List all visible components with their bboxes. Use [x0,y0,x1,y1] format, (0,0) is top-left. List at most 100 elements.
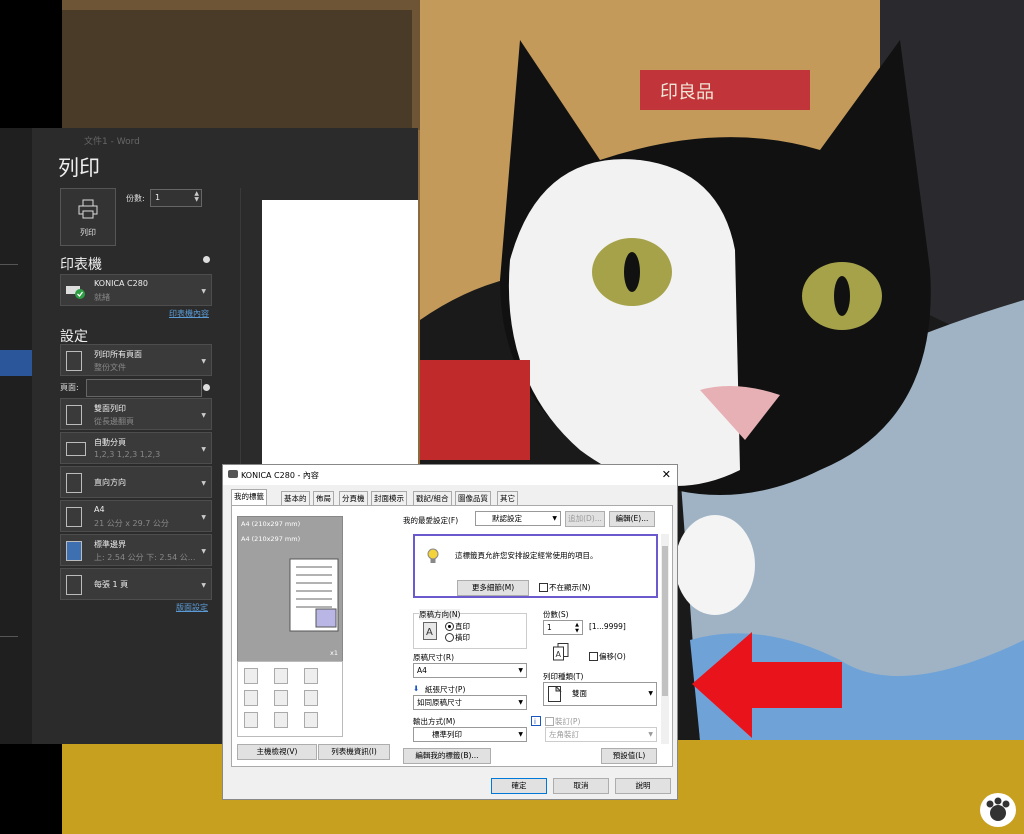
binding-checkbox[interactable] [545,717,554,726]
function-icon [304,712,318,728]
scrollbar[interactable] [661,534,669,744]
function-icon [274,668,288,684]
defaults-button[interactable]: 預設值(L) [601,748,657,764]
print-type-select[interactable]: 雙面 ▼ [543,682,657,706]
info-icon: i [531,716,541,726]
pages-label: 頁面: [60,383,79,392]
word-titlebar: 文件1 - Word [32,128,418,150]
tab-other[interactable]: 其它 [497,491,518,505]
original-size-select[interactable]: A4 ▼ [413,663,527,678]
dialog-titlebar: KONICA C280 - 內容 ✕ [223,465,677,485]
chevron-down-icon: ▼ [518,731,523,738]
printer-view-button[interactable]: 主機檢視(V) [237,744,317,760]
lightbulb-icon [427,548,439,563]
print-button[interactable]: 列印 [60,188,116,246]
collate-icon: A [553,643,569,661]
duplex-icon [548,686,562,702]
printer-status: 就緒 [94,293,110,302]
setting-collate[interactable]: 自動分頁 1,2,3 1,2,3 1,2,3 ▼ [60,432,212,464]
dont-show-checkbox[interactable] [539,583,548,592]
page-setup-link[interactable]: 版面設定 [176,602,208,613]
printer-icon [228,470,238,478]
tab-my-tab[interactable]: 我的標籤 [231,489,267,506]
add-button[interactable]: 追加(D)... [565,511,605,527]
more-details-button[interactable]: 更多細節(M) [457,580,529,596]
help-button[interactable]: 說明 [615,778,671,794]
printer-ready-icon [66,286,85,299]
setting-sublabel: 1,2,3 1,2,3 1,2,3 [94,450,161,459]
edit-button[interactable]: 編輯(E)... [609,511,655,527]
favorite-select[interactable]: 默認設定 ▼ [475,511,561,526]
printer-select[interactable]: KONICA C280 就緒 ▼ [60,274,212,306]
cancel-button[interactable]: 取消 [553,778,609,794]
offset-checkbox[interactable] [589,652,598,661]
copies-input[interactable]: 1 ▲ ▼ [150,189,202,207]
tab-quality[interactable]: 圖像品質 [455,491,491,505]
nav-divider [0,636,18,637]
setting-duplex[interactable]: 雙面列印 從長邊翻頁 ▼ [60,398,212,430]
print-button-label: 列印 [80,228,96,237]
setting-print-range[interactable]: 列印所有頁面 整份文件 ▼ [60,344,212,376]
preview-zoom: x1 [330,649,338,657]
tab-stamp[interactable]: 戳記/組合 [413,491,452,505]
setting-sublabel: 上: 2.54 公分 下: 2.54 公... [94,553,196,562]
watermark-logo [980,793,1016,827]
setting-pages-per-sheet[interactable]: 每張 1 頁 ▼ [60,568,212,600]
binding-select[interactable]: 左角裝訂 ▼ [545,727,657,742]
print-type-value: 雙面 [572,689,587,698]
preview-size-1: A4 (210x297 mm) [241,520,301,528]
ok-button[interactable]: 確定 [491,778,547,794]
svg-text:A: A [556,650,562,659]
paper-size-select[interactable]: 如同原稿尺寸 ▼ [413,695,527,710]
paper-size-icon [66,507,82,527]
tab-basic[interactable]: 基本的 [281,491,310,505]
pages-input[interactable] [86,379,202,397]
portrait-icon: A [423,622,437,640]
edit-my-tab-button[interactable]: 編輯我的標籤(B)... [403,748,491,764]
copies-spinner[interactable]: ▲ ▼ [194,191,199,203]
tab-finisher[interactable]: 分頁機 [339,491,368,505]
tab-cover[interactable]: 封面模示 [371,491,407,505]
portrait-icon [66,473,82,493]
setting-label: 直向方向 [94,478,126,487]
close-icon[interactable]: ✕ [662,468,671,481]
function-icon [274,712,288,728]
landscape-radio[interactable] [445,633,454,642]
setting-orientation[interactable]: 直向方向 ▼ [60,466,212,498]
output-select[interactable]: 標準列印 ▼ [413,727,527,742]
setting-margins[interactable]: 標準邊界 上: 2.54 公分 下: 2.54 公... ▼ [60,534,212,566]
chevron-down-icon: ▼ [518,699,523,706]
info-panel: 這標籤頁允許您安排設定經常使用的項目。 更多細節(M) 不在顯示(N) [413,534,658,598]
function-icon [244,690,258,706]
settings-heading: 設定 [60,329,88,345]
chevron-down-icon: ▼ [201,514,206,521]
binding-value: 左角裝訂 [549,730,579,739]
scrollbar-thumb[interactable] [662,546,668,696]
printer-info-icon[interactable] [203,256,210,263]
favorite-value: 默認設定 [492,514,522,523]
paw-logo-icon [986,797,1010,821]
paper-size-label: 紙張尺寸(P) [425,685,466,694]
chevron-down-icon: ▼ [201,548,206,555]
nav-item-print[interactable] [0,350,32,376]
chevron-down-icon: ▼ [201,288,206,295]
output-label: 輸出方式(M) [413,717,456,726]
preview-size-2: A4 (210x297 mm) [241,535,301,543]
chevron-down-icon: ▼ [552,515,557,522]
printer-properties-link[interactable]: 印表機內容 [169,308,209,319]
setting-paper-size[interactable]: A4 21 公分 x 29.7 公分 ▼ [60,500,212,532]
portrait-label: 直印 [455,622,470,631]
function-icon [244,668,258,684]
printer-info-button[interactable]: 列表機資訊(I) [318,744,390,760]
pages-info-icon[interactable] [203,384,210,391]
portrait-radio[interactable] [445,622,454,631]
box-print-text: 印良品 [660,82,714,103]
chevron-down-icon: ▼ [201,446,206,453]
copies-input[interactable]: 1 ▲ ▼ [543,620,583,635]
original-size-label: 原稿尺寸(R) [413,653,455,662]
copies-spinner[interactable]: ▲ ▼ [575,622,579,634]
chevron-down-icon: ▼ [648,690,653,697]
chevron-down-icon: ▼ [201,358,206,365]
tab-layout[interactable]: 佈局 [313,491,334,505]
backstage-nav [0,128,32,744]
